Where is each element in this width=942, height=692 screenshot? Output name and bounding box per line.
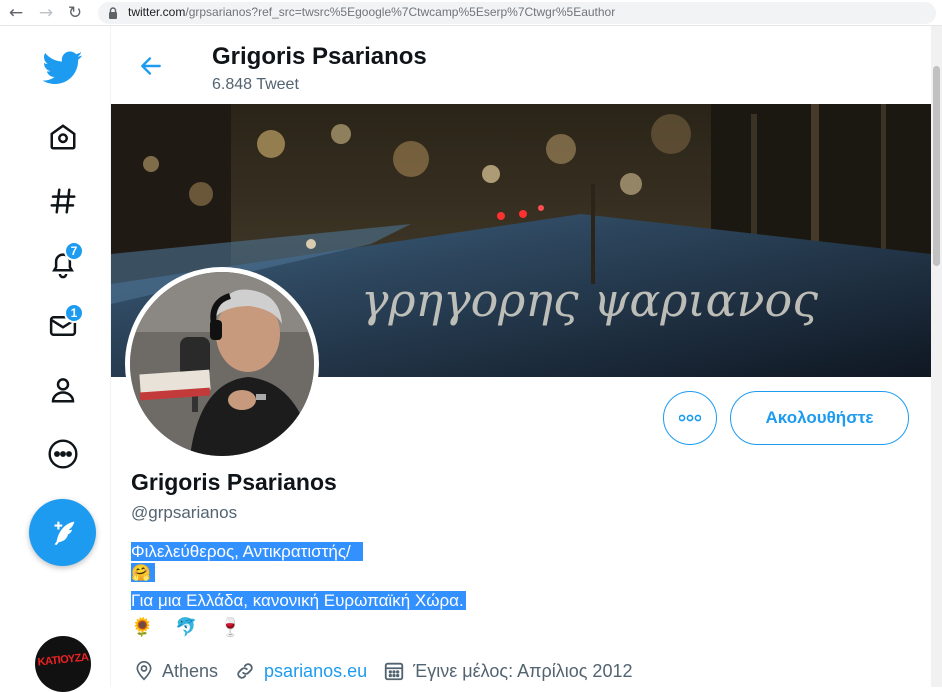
back-arrow-icon[interactable] [133, 48, 169, 84]
calendar-icon [384, 662, 404, 681]
compose-tweet-button[interactable] [29, 499, 96, 566]
banner-signature: γρηγορης ψαριανος [361, 273, 818, 327]
notifications-bell-icon[interactable]: 7 [44, 241, 84, 283]
home-icon[interactable] [44, 118, 82, 156]
profile-header: Grigoris Psarianos 6.848 Tweet [111, 26, 942, 104]
account-avatar[interactable]: ΚΑΤΙΟΥΖΑ [35, 636, 91, 692]
hugging-face-emoji-icon: 🤗 [131, 563, 155, 582]
left-navigation: 7 1 ΚΑΤΙΟΥΖΑ [0, 26, 110, 692]
website-link[interactable]: psarianos.eu [264, 661, 367, 682]
more-circle-icon[interactable] [44, 435, 82, 473]
profile-handle: @grpsarianos [131, 503, 238, 522]
joined-text: Έγινε μέλος: Απρίλιος 2012 [413, 660, 633, 681]
url-host: twitter.com [128, 5, 186, 19]
twitter-logo-icon[interactable] [42, 47, 84, 89]
address-bar[interactable]: twitter.com/grpsarianos?ref_src=twsrc%5E… [98, 2, 936, 24]
tweet-count: 6.848 Tweet [212, 76, 299, 93]
url-text: twitter.com/grpsarianos?ref_src=twsrc%5E… [128, 5, 615, 19]
sunflower-emoji-icon: 🌻 [131, 617, 154, 638]
page-scrollbar[interactable] [931, 26, 942, 687]
website-item: psarianos.eu [234, 660, 367, 682]
explore-hashtag-icon[interactable] [44, 182, 82, 220]
notifications-badge: 7 [64, 241, 84, 261]
profile-person-icon[interactable] [44, 371, 82, 409]
profile-bio: Φιλελεύθερος, Αντικρατιστής/ 🤗 Για μια Ε… [131, 542, 466, 612]
location-pin-icon [136, 661, 152, 681]
profile-more-button[interactable] [663, 391, 717, 445]
profile-avatar[interactable] [125, 267, 319, 461]
more-dots-icon [679, 414, 701, 422]
profile-meta: Athens psarianos.eu Έγινε μέλος: Απρίλιο… [134, 658, 648, 684]
bio-line-1: Φιλελεύθερος, Αντικρατιστής/ [131, 542, 363, 561]
dolphin-emoji-icon: 🐬 [175, 617, 198, 638]
url-path: /grpsarianos?ref_src=twsrc%5Egoogle%7Ctw… [185, 5, 616, 19]
avatar-photo [130, 272, 314, 456]
header-title: Grigoris Psarianos [212, 43, 427, 70]
messages-badge: 1 [64, 303, 84, 323]
browser-toolbar: ← → ↻ twitter.com/grpsarianos?ref_src=tw… [0, 0, 942, 26]
bio-emoji-row: 🌻 🐬 🍷 [131, 617, 258, 638]
wine-glass-emoji-icon: 🍷 [219, 617, 242, 638]
lock-icon [109, 7, 117, 19]
bio-line-3: Για μια Ελλάδα, κανονική Ευρωπαϊκή Χώρα. [131, 591, 466, 610]
location-item: Athens [134, 660, 218, 682]
compose-feather-icon [54, 521, 74, 545]
browser-reload-icon[interactable]: ↻ [65, 3, 85, 23]
location-text: Athens [162, 660, 219, 681]
follow-button[interactable]: Ακολουθήστε [730, 391, 909, 445]
joined-item: Έγινε μέλος: Απρίλιος 2012 [383, 660, 632, 682]
scrollbar-thumb[interactable] [933, 66, 940, 266]
account-avatar-label: ΚΑΤΙΟΥΖΑ [37, 651, 89, 669]
messages-envelope-icon[interactable]: 1 [44, 303, 84, 345]
profile-name: Grigoris Psarianos [131, 469, 337, 495]
browser-forward-icon[interactable]: → [36, 3, 56, 23]
link-icon [237, 663, 253, 679]
browser-back-icon[interactable]: ← [6, 3, 26, 23]
